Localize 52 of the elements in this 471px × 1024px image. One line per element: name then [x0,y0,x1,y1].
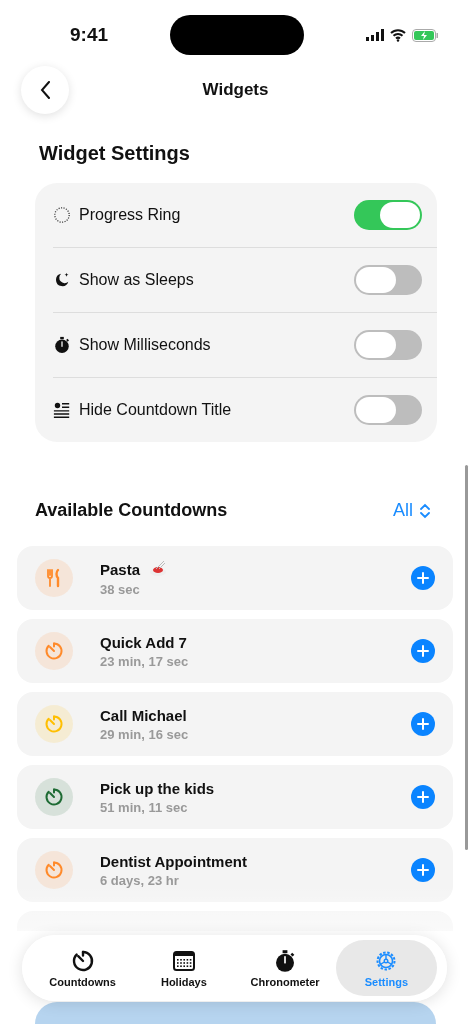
countdown-title: Dentist Appointment [100,852,247,870]
clock-time: 9:41 [70,24,109,46]
plus-icon [417,791,429,803]
countdown-title: Quick Add 7 [100,633,187,651]
countdown-row[interactable]: Quick Add 7 23 min, 17 sec [17,619,453,683]
toggle-switch[interactable] [354,330,422,360]
moon-icon [53,271,71,289]
countdown-row[interactable]: Dentist Appointment 6 days, 23 hr [17,838,453,902]
plus-icon [417,645,429,657]
toggle-switch[interactable] [354,200,422,230]
section-title: Available Countdowns [35,500,228,521]
add-button[interactable] [411,712,435,736]
countdown-time: 38 sec [100,582,141,597]
section-title: Widget Settings [39,142,191,165]
setting-label: Show Milliseconds [79,336,212,354]
tab[interactable]: Countdowns [32,940,134,996]
setting-label: Progress Ring [79,206,182,224]
screen-title: Widgets [202,80,269,100]
wifi-icon [390,28,406,42]
countdown-time: 29 min, 16 sec [100,726,190,742]
chevron-left-icon [39,81,51,99]
countdown-row[interactable]: Pasta 38 sec [17,546,453,610]
stopwatch-icon [53,336,71,354]
back-button[interactable] [21,66,69,114]
toggle-switch[interactable] [354,265,422,295]
plus-icon [417,572,429,584]
toggle-switch[interactable] [354,395,422,425]
countdown-title: Pick up the kids [100,779,215,797]
signal-icon [366,29,384,41]
tab[interactable]: Chronometer [234,940,336,996]
setting-label: Hide Countdown Title [79,401,233,419]
add-button[interactable] [411,639,435,663]
countdown-time: 6 days, 23 hr [100,872,180,888]
countdown-time: 51 min, 11 sec [100,799,189,815]
text-lines-icon [53,401,71,419]
countdown-row[interactable]: Call Michael 29 min, 16 sec [17,692,453,756]
add-button[interactable] [411,566,435,590]
countdown-time: 23 min, 17 sec [100,653,190,669]
countdown-row[interactable]: Pick up the kids 51 min, 11 sec [17,765,453,829]
plus-icon [417,864,429,876]
countdown-title: Call Michael [100,706,187,724]
add-button[interactable] [411,858,435,882]
add-button[interactable] [411,785,435,809]
calendar-icon [171,948,196,973]
tab[interactable]: Holidays [133,940,235,996]
up-down-chevron-icon [419,502,431,519]
setting-label: Show as Sleeps [79,271,195,289]
battery-charging-icon [412,28,439,42]
timer-icon [70,948,95,973]
dotted-ring-icon [53,206,71,224]
countdown-title: Pasta [100,560,141,578]
plus-icon [417,718,429,730]
